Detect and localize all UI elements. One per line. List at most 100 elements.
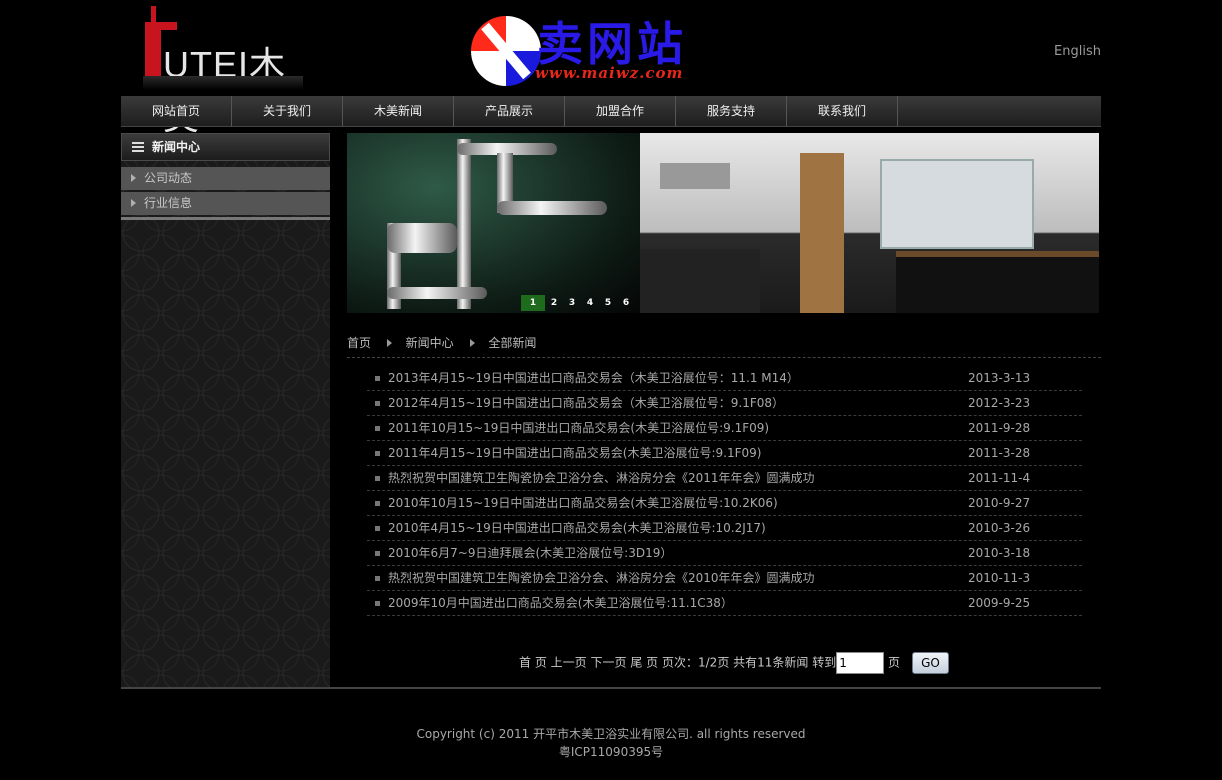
go-button[interactable]: GO	[912, 652, 949, 674]
kitchen-door	[800, 153, 844, 313]
news-title[interactable]: 2012年4月15~19日中国进出口商品交易会（木美卫浴展位号：9.1F08）	[388, 391, 784, 415]
square-bullet-icon	[375, 376, 380, 381]
square-bullet-icon	[375, 526, 380, 531]
news-title[interactable]: 2010年10月15~19日中国进出口商品交易会(木美卫浴展位号:10.2K06…	[388, 491, 778, 515]
logo-reflection	[143, 76, 303, 90]
logo-mark-bar	[145, 24, 161, 76]
news-date: 2010-3-26	[968, 521, 1031, 535]
watermark-url: www.maiwz.com	[535, 64, 684, 82]
sidebar-list: 公司动态 行业信息	[121, 167, 330, 220]
sidebar-item-company-news[interactable]: 公司动态	[121, 167, 330, 190]
breadcrumb-all-news[interactable]: 全部新闻	[488, 336, 536, 350]
sidebar-title: 新闻中心	[152, 140, 201, 154]
square-bullet-icon	[375, 551, 380, 556]
news-title[interactable]: 2010年6月7~9日迪拜展会(木美卫浴展位号:3D19）	[388, 541, 672, 565]
news-date: 2011-3-28	[968, 446, 1031, 460]
watermark-icon	[471, 16, 541, 86]
kitchen-hood	[660, 163, 730, 189]
slider-dot-5[interactable]: 5	[599, 295, 617, 311]
pagination: 首 页 上一页 下一页 尾 页 页次：1/2页 共有11条新闻 转到 页 GO	[519, 652, 949, 674]
first-page-link[interactable]: 首 页	[519, 656, 547, 670]
breadcrumb-news-center[interactable]: 新闻中心	[406, 336, 454, 350]
square-bullet-icon	[375, 601, 380, 606]
news-date: 2012-3-23	[968, 396, 1031, 410]
news-title[interactable]: 2011年10月15~19日中国进出口商品交易会(木美卫浴展位号:9.1F09)	[388, 416, 769, 440]
news-title[interactable]: 2011年4月15~19日中国进出口商品交易会(木美卫浴展位号:9.1F09)	[388, 441, 761, 465]
slider-dot-2[interactable]: 2	[545, 295, 563, 311]
square-bullet-icon	[375, 451, 380, 456]
list-item[interactable]: 2010年4月15~19日中国进出口商品交易会(木美卫浴展位号:10.2J17)…	[367, 516, 1082, 541]
breadcrumb: 首页 新闻中心 全部新闻	[347, 335, 1101, 358]
square-bullet-icon	[375, 401, 380, 406]
main-content: 1 2 3 4 5 6 首页 新闻中心 全部新闻 2013年4月15~19日中国…	[347, 133, 1101, 674]
list-icon	[132, 142, 144, 152]
last-page-link[interactable]: 尾 页	[630, 656, 658, 670]
sidebar-divider	[121, 217, 330, 220]
nav-item-franchise[interactable]: 加盟合作	[565, 96, 676, 126]
list-item[interactable]: 热烈祝贺中国建筑卫生陶瓷协会卫浴分会、淋浴房分会《2010年年会》圆满成功 201…	[367, 566, 1082, 591]
english-link[interactable]: English	[1054, 44, 1101, 59]
prev-page-link[interactable]: 上一页	[551, 656, 587, 670]
watermark-logo: 卖网站 www.maiwz.com	[471, 14, 753, 88]
nav-item-service[interactable]: 服务支持	[676, 96, 787, 126]
kitchen-unit	[640, 249, 760, 313]
news-title[interactable]: 2010年4月15~19日中国进出口商品交易会(木美卫浴展位号:10.2J17)	[388, 516, 766, 540]
triangle-right-icon	[469, 339, 475, 347]
triangle-right-icon	[131, 199, 136, 207]
news-date: 2011-9-28	[968, 421, 1031, 435]
news-title[interactable]: 热烈祝贺中国建筑卫生陶瓷协会卫浴分会、淋浴房分会《2010年年会》圆满成功	[388, 566, 815, 590]
triangle-right-icon	[386, 339, 392, 347]
copyright-text: Copyright (c) 2011 开平市木美卫浴实业有限公司. all ri…	[416, 727, 806, 741]
sidebar-item-industry-info[interactable]: 行业信息	[121, 192, 330, 215]
nav-item-about[interactable]: 关于我们	[232, 96, 343, 126]
page-info: 页次：1/2页 共有11条新闻 转到	[662, 655, 837, 670]
sidebar: 新闻中心 公司动态 行业信息	[121, 133, 330, 688]
breadcrumb-home[interactable]: 首页	[347, 336, 371, 350]
page-suffix: 页	[888, 655, 901, 670]
nav-item-products[interactable]: 产品展示	[454, 96, 565, 126]
kitchen-counter	[896, 251, 1099, 313]
icp-text[interactable]: 粤ICP11090395号	[0, 743, 1222, 761]
news-date: 2009-9-25	[968, 596, 1031, 610]
news-list: 2013年4月15~19日中国进出口商品交易会（木美卫浴展位号：11.1 M14…	[367, 366, 1082, 616]
nav-item-home[interactable]: 网站首页	[121, 96, 232, 126]
square-bullet-icon	[375, 426, 380, 431]
list-item[interactable]: 2011年4月15~19日中国进出口商品交易会(木美卫浴展位号:9.1F09) 2…	[367, 441, 1082, 466]
main-nav: 网站首页 关于我们 木美新闻 产品展示 加盟合作 服务支持 联系我们	[121, 96, 1101, 127]
footer-divider	[121, 687, 1101, 689]
slider-dot-3[interactable]: 3	[563, 295, 581, 311]
list-item[interactable]: 2013年4月15~19日中国进出口商品交易会（木美卫浴展位号：11.1 M14…	[367, 366, 1082, 391]
footer: Copyright (c) 2011 开平市木美卫浴实业有限公司. all ri…	[0, 725, 1222, 761]
nav-item-news[interactable]: 木美新闻	[343, 96, 454, 126]
next-page-link[interactable]: 下一页	[591, 656, 627, 670]
slider-dot-6[interactable]: 6	[617, 295, 635, 311]
sidebar-item-label: 公司动态	[144, 171, 193, 185]
list-item[interactable]: 2010年6月7~9日迪拜展会(木美卫浴展位号:3D19） 2010-3-18	[367, 541, 1082, 566]
page-number-input[interactable]	[836, 652, 885, 674]
sidebar-item-label: 行业信息	[144, 196, 193, 210]
sidebar-header: 新闻中心	[121, 133, 330, 161]
slider-dot-4[interactable]: 4	[581, 295, 599, 311]
news-date: 2010-9-27	[968, 496, 1031, 510]
news-date: 2011-11-4	[968, 471, 1031, 485]
square-bullet-icon	[375, 476, 380, 481]
news-title[interactable]: 热烈祝贺中国建筑卫生陶瓷协会卫浴分会、淋浴房分会《2011年年会》圆满成功	[388, 466, 815, 490]
triangle-right-icon	[131, 174, 136, 182]
news-title[interactable]: 2009年10月中国进出口商品交易会(木美卫浴展位号:11.1C38）	[388, 591, 733, 615]
slider-dot-1[interactable]: 1	[521, 295, 545, 311]
hero-slider: 1 2 3 4 5 6	[347, 133, 1099, 313]
nav-item-contact[interactable]: 联系我们	[787, 96, 898, 126]
news-title[interactable]: 2013年4月15~19日中国进出口商品交易会（木美卫浴展位号：11.1 M14…	[388, 366, 799, 390]
list-item[interactable]: 2010年10月15~19日中国进出口商品交易会(木美卫浴展位号:10.2K06…	[367, 491, 1082, 516]
list-item[interactable]: 2009年10月中国进出口商品交易会(木美卫浴展位号:11.1C38） 2009-…	[367, 591, 1082, 616]
news-date: 2013-3-13	[968, 371, 1031, 385]
slide-faucet-image	[347, 133, 640, 313]
list-item[interactable]: 热烈祝贺中国建筑卫生陶瓷协会卫浴分会、淋浴房分会《2011年年会》圆满成功 201…	[367, 466, 1082, 491]
site-logo[interactable]: UTEI木美	[143, 4, 303, 137]
list-item[interactable]: 2012年4月15~19日中国进出口商品交易会（木美卫浴展位号：9.1F08） 2…	[367, 391, 1082, 416]
slider-pagination: 1 2 3 4 5 6	[521, 295, 635, 311]
slide-kitchen-image	[640, 133, 1099, 313]
list-item[interactable]: 2011年10月15~19日中国进出口商品交易会(木美卫浴展位号:9.1F09)…	[367, 416, 1082, 441]
square-bullet-icon	[375, 501, 380, 506]
header: UTEI木美 卖网站 www.maiwz.com English	[121, 0, 1101, 137]
